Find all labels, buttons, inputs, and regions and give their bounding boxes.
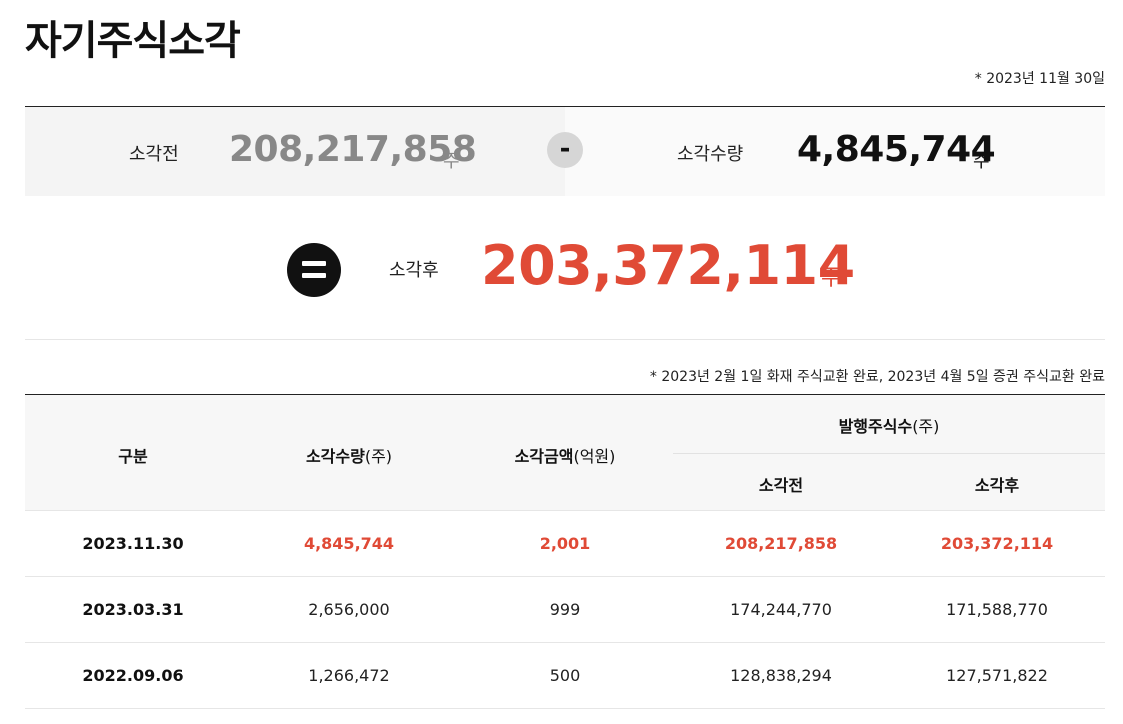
header-qty-label: 소각수량 — [305, 447, 365, 466]
after-label: 소각후 — [389, 260, 439, 281]
before-label: 소각전 — [129, 144, 179, 165]
base-date: * 2023년 11월 30일 — [974, 71, 1105, 87]
row-amount: 2,001 — [539, 534, 591, 553]
row-date: 2023.03.31 — [82, 600, 184, 619]
summary-qty-panel: 소각수량 4,845,744 주 — [565, 107, 1105, 196]
header-issued-label: 발행주식수 — [838, 417, 913, 436]
row-before: 128,838,294 — [730, 666, 832, 685]
row-amount: 500 — [549, 666, 581, 685]
qty-label: 소각수량 — [677, 144, 744, 165]
exchange-note: * 2023년 2월 1일 화재 주식교환 완료, 2023년 4월 5일 증권… — [649, 369, 1105, 385]
minus-icon: - — [547, 132, 583, 168]
equals-icon — [287, 243, 341, 297]
table-row: 2023.03.31 2,656,000 999 174,244,770 171… — [25, 577, 1105, 643]
row-after: 127,571,822 — [946, 666, 1048, 685]
header-issued: 발행주식수(주) — [673, 413, 1105, 437]
header-issued-unit: (주) — [912, 417, 940, 436]
summary-result: 소각후 203,372,114 주 — [25, 196, 1105, 340]
header-category: 구분 — [118, 447, 148, 466]
row-after: 203,372,114 — [940, 534, 1054, 553]
before-unit: 주 — [443, 151, 460, 172]
table-row: 2023.11.30 4,845,744 2,001 208,217,858 2… — [25, 511, 1105, 577]
header-qty: 소각수량(주) — [241, 443, 457, 467]
page-title: 자기주식소각 — [25, 18, 241, 64]
row-before: 208,217,858 — [724, 534, 838, 553]
before-value: 208,217,858 — [229, 129, 477, 170]
row-after: 171,588,770 — [946, 600, 1048, 619]
row-qty: 2,656,000 — [308, 600, 390, 619]
row-qty: 4,845,744 — [303, 534, 395, 553]
header-divider — [673, 453, 1105, 454]
summary-before-panel: 소각전 208,217,858 주 — [25, 107, 565, 196]
after-unit: 주 — [821, 266, 842, 291]
table-header: 구분 소각수량(주) 소각금액(억원) 발행주식수(주) 소각전 소각후 — [25, 395, 1105, 511]
table-row: 2022.09.06 1,266,472 500 128,838,294 127… — [25, 643, 1105, 709]
row-before: 174,244,770 — [730, 600, 832, 619]
row-qty: 1,266,472 — [308, 666, 390, 685]
after-value: 203,372,114 — [481, 234, 855, 297]
header-after: 소각후 — [974, 476, 1020, 495]
qty-unit: 주 — [973, 151, 990, 172]
qty-value: 4,845,744 — [797, 129, 996, 170]
summary-calculation: 소각전 208,217,858 주 소각수량 4,845,744 주 - — [25, 106, 1105, 196]
header-qty-unit: (주) — [364, 447, 393, 466]
header-amount-label: 소각금액 — [514, 447, 574, 466]
row-date: 2022.09.06 — [82, 666, 184, 685]
row-amount: 999 — [549, 600, 581, 619]
row-date: 2023.11.30 — [82, 534, 184, 553]
header-amount-unit: (억원) — [573, 447, 616, 466]
header-amount: 소각금액(억원) — [457, 443, 673, 467]
buyback-table: 구분 소각수량(주) 소각금액(억원) 발행주식수(주) 소각전 소각후 202… — [25, 394, 1105, 709]
header-before: 소각전 — [758, 476, 804, 495]
